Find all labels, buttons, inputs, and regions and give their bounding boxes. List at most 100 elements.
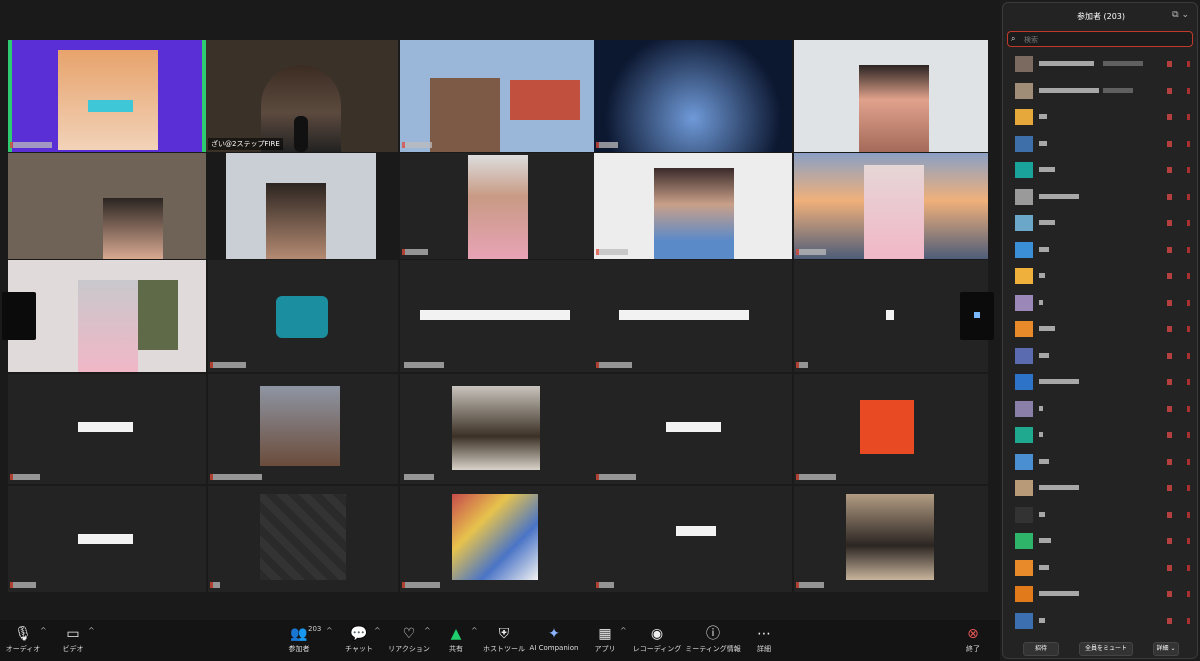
participant-name — [210, 474, 262, 480]
more-options-button[interactable]: 詳細 ⌄ — [1153, 642, 1179, 656]
avatar — [1015, 586, 1033, 602]
video-tile[interactable] — [226, 153, 376, 259]
meeting-stage: ざい@2ステップFIRE 🎙 オーディオ ^ ▭ ビデオ ^ 👥 参加者 203… — [0, 0, 1000, 661]
participant-row[interactable] — [1003, 133, 1199, 155]
muted-microphone-icon[interactable] — [1167, 220, 1172, 226]
mute-all-button[interactable]: 全員をミュート — [1079, 642, 1133, 656]
muted-microphone-icon[interactable] — [1167, 538, 1172, 544]
participant-row[interactable] — [1003, 424, 1199, 446]
previous-page-button[interactable] — [2, 292, 36, 340]
muted-microphone-icon[interactable] — [1167, 458, 1172, 465]
video-tile[interactable] — [8, 153, 206, 259]
participant-row[interactable] — [1003, 583, 1199, 605]
muted-microphone-icon[interactable] — [1167, 352, 1172, 359]
participant-row[interactable] — [1003, 610, 1199, 632]
participant-row[interactable] — [1003, 504, 1199, 526]
video-tile[interactable] — [594, 40, 792, 152]
video-tile[interactable] — [400, 486, 594, 592]
top-bar — [0, 0, 1000, 20]
participant-row[interactable] — [1003, 159, 1199, 181]
active-speaker-border — [8, 40, 12, 152]
muted-microphone-icon[interactable] — [1167, 246, 1172, 253]
video-tile[interactable] — [594, 374, 792, 484]
muted-microphone-icon[interactable] — [1167, 564, 1172, 571]
avatar — [260, 386, 340, 466]
video-camera-icon: ▭ — [66, 626, 80, 642]
video-tile[interactable] — [8, 260, 206, 372]
muted-microphone-icon[interactable] — [1167, 326, 1172, 332]
video-tile[interactable] — [594, 486, 792, 592]
video-tile[interactable] — [8, 486, 206, 592]
search-input[interactable] — [1022, 33, 1191, 47]
participant-name — [1039, 193, 1079, 199]
muted-microphone-icon[interactable] — [1167, 140, 1172, 147]
muted-microphone-icon[interactable] — [1167, 167, 1172, 173]
video-tile[interactable] — [794, 486, 988, 592]
participant-row[interactable] — [1003, 345, 1199, 367]
muted-microphone-icon[interactable] — [1167, 432, 1172, 438]
muted-microphone-icon[interactable] — [1167, 61, 1172, 67]
muted-microphone-icon[interactable] — [1167, 114, 1172, 120]
video-grid: ざい@2ステップFIRE — [8, 40, 988, 592]
video-tile[interactable] — [594, 153, 792, 259]
video-tile[interactable] — [400, 260, 594, 372]
video-tile[interactable] — [8, 374, 206, 484]
chevron-up-icon[interactable]: ^ — [88, 626, 95, 635]
avatar — [276, 296, 328, 338]
next-page-button[interactable] — [960, 292, 994, 340]
participant-video — [859, 65, 929, 152]
muted-microphone-icon[interactable] — [1167, 299, 1172, 306]
invite-button[interactable]: 招待 — [1023, 642, 1059, 656]
participant-row[interactable] — [1003, 530, 1199, 552]
participant-row[interactable] — [1003, 212, 1199, 234]
video-tile[interactable] — [208, 260, 398, 372]
muted-microphone-icon[interactable] — [1167, 405, 1172, 412]
participant-row[interactable] — [1003, 265, 1199, 287]
video-tile[interactable] — [794, 40, 988, 152]
pop-out-icon[interactable]: ⧉ — [1172, 10, 1178, 20]
video-tile[interactable] — [8, 40, 206, 152]
participant-row[interactable] — [1003, 239, 1199, 261]
participant-row[interactable] — [1003, 451, 1199, 473]
participant-row[interactable] — [1003, 477, 1199, 499]
participant-row[interactable] — [1003, 557, 1199, 579]
video-off-icon — [1187, 432, 1190, 438]
muted-microphone-icon[interactable] — [1167, 193, 1172, 200]
muted-microphone-icon[interactable] — [1167, 87, 1172, 94]
muted-microphone-icon[interactable] — [1167, 511, 1172, 518]
chevron-down-icon[interactable]: ⌄ — [1181, 10, 1189, 20]
video-tile[interactable] — [794, 153, 988, 259]
participant-row[interactable] — [1003, 106, 1199, 128]
more-button[interactable]: ⋯ 詳細 — [729, 624, 799, 654]
participant-row[interactable] — [1003, 186, 1199, 208]
video-tile[interactable] — [208, 374, 398, 484]
video-tile[interactable] — [400, 374, 594, 484]
video-tile[interactable] — [594, 260, 792, 372]
video-tile[interactable] — [794, 260, 988, 372]
video-tile[interactable] — [208, 486, 398, 592]
participant-row[interactable] — [1003, 292, 1199, 314]
video-tile[interactable] — [794, 374, 988, 484]
participant-row[interactable] — [1003, 371, 1199, 393]
participant-row[interactable] — [1003, 53, 1199, 75]
participant-row[interactable] — [1003, 80, 1199, 102]
end-meeting-button[interactable]: ⊗ 終了 — [938, 624, 1008, 654]
video-tile[interactable]: ざい@2ステップFIRE — [206, 40, 398, 152]
participant-row[interactable] — [1003, 318, 1199, 340]
participant-search[interactable]: ⌕ — [1007, 31, 1193, 47]
video-tile[interactable] — [400, 153, 594, 259]
avatar — [1015, 533, 1033, 549]
participant-name — [210, 582, 220, 588]
participant-name — [796, 249, 826, 255]
muted-microphone-icon[interactable] — [1167, 617, 1172, 624]
muted-microphone-icon[interactable] — [1167, 591, 1172, 597]
participant-video — [864, 165, 924, 259]
muted-microphone-icon[interactable] — [1167, 379, 1172, 385]
muted-microphone-icon[interactable] — [1167, 273, 1172, 279]
participant-row[interactable] — [1003, 398, 1199, 420]
avatar — [1015, 559, 1033, 576]
video-button[interactable]: ▭ ビデオ ^ — [38, 624, 108, 654]
video-tile[interactable] — [400, 40, 594, 152]
muted-microphone-icon[interactable] — [1167, 485, 1172, 491]
participant-video — [78, 280, 138, 372]
